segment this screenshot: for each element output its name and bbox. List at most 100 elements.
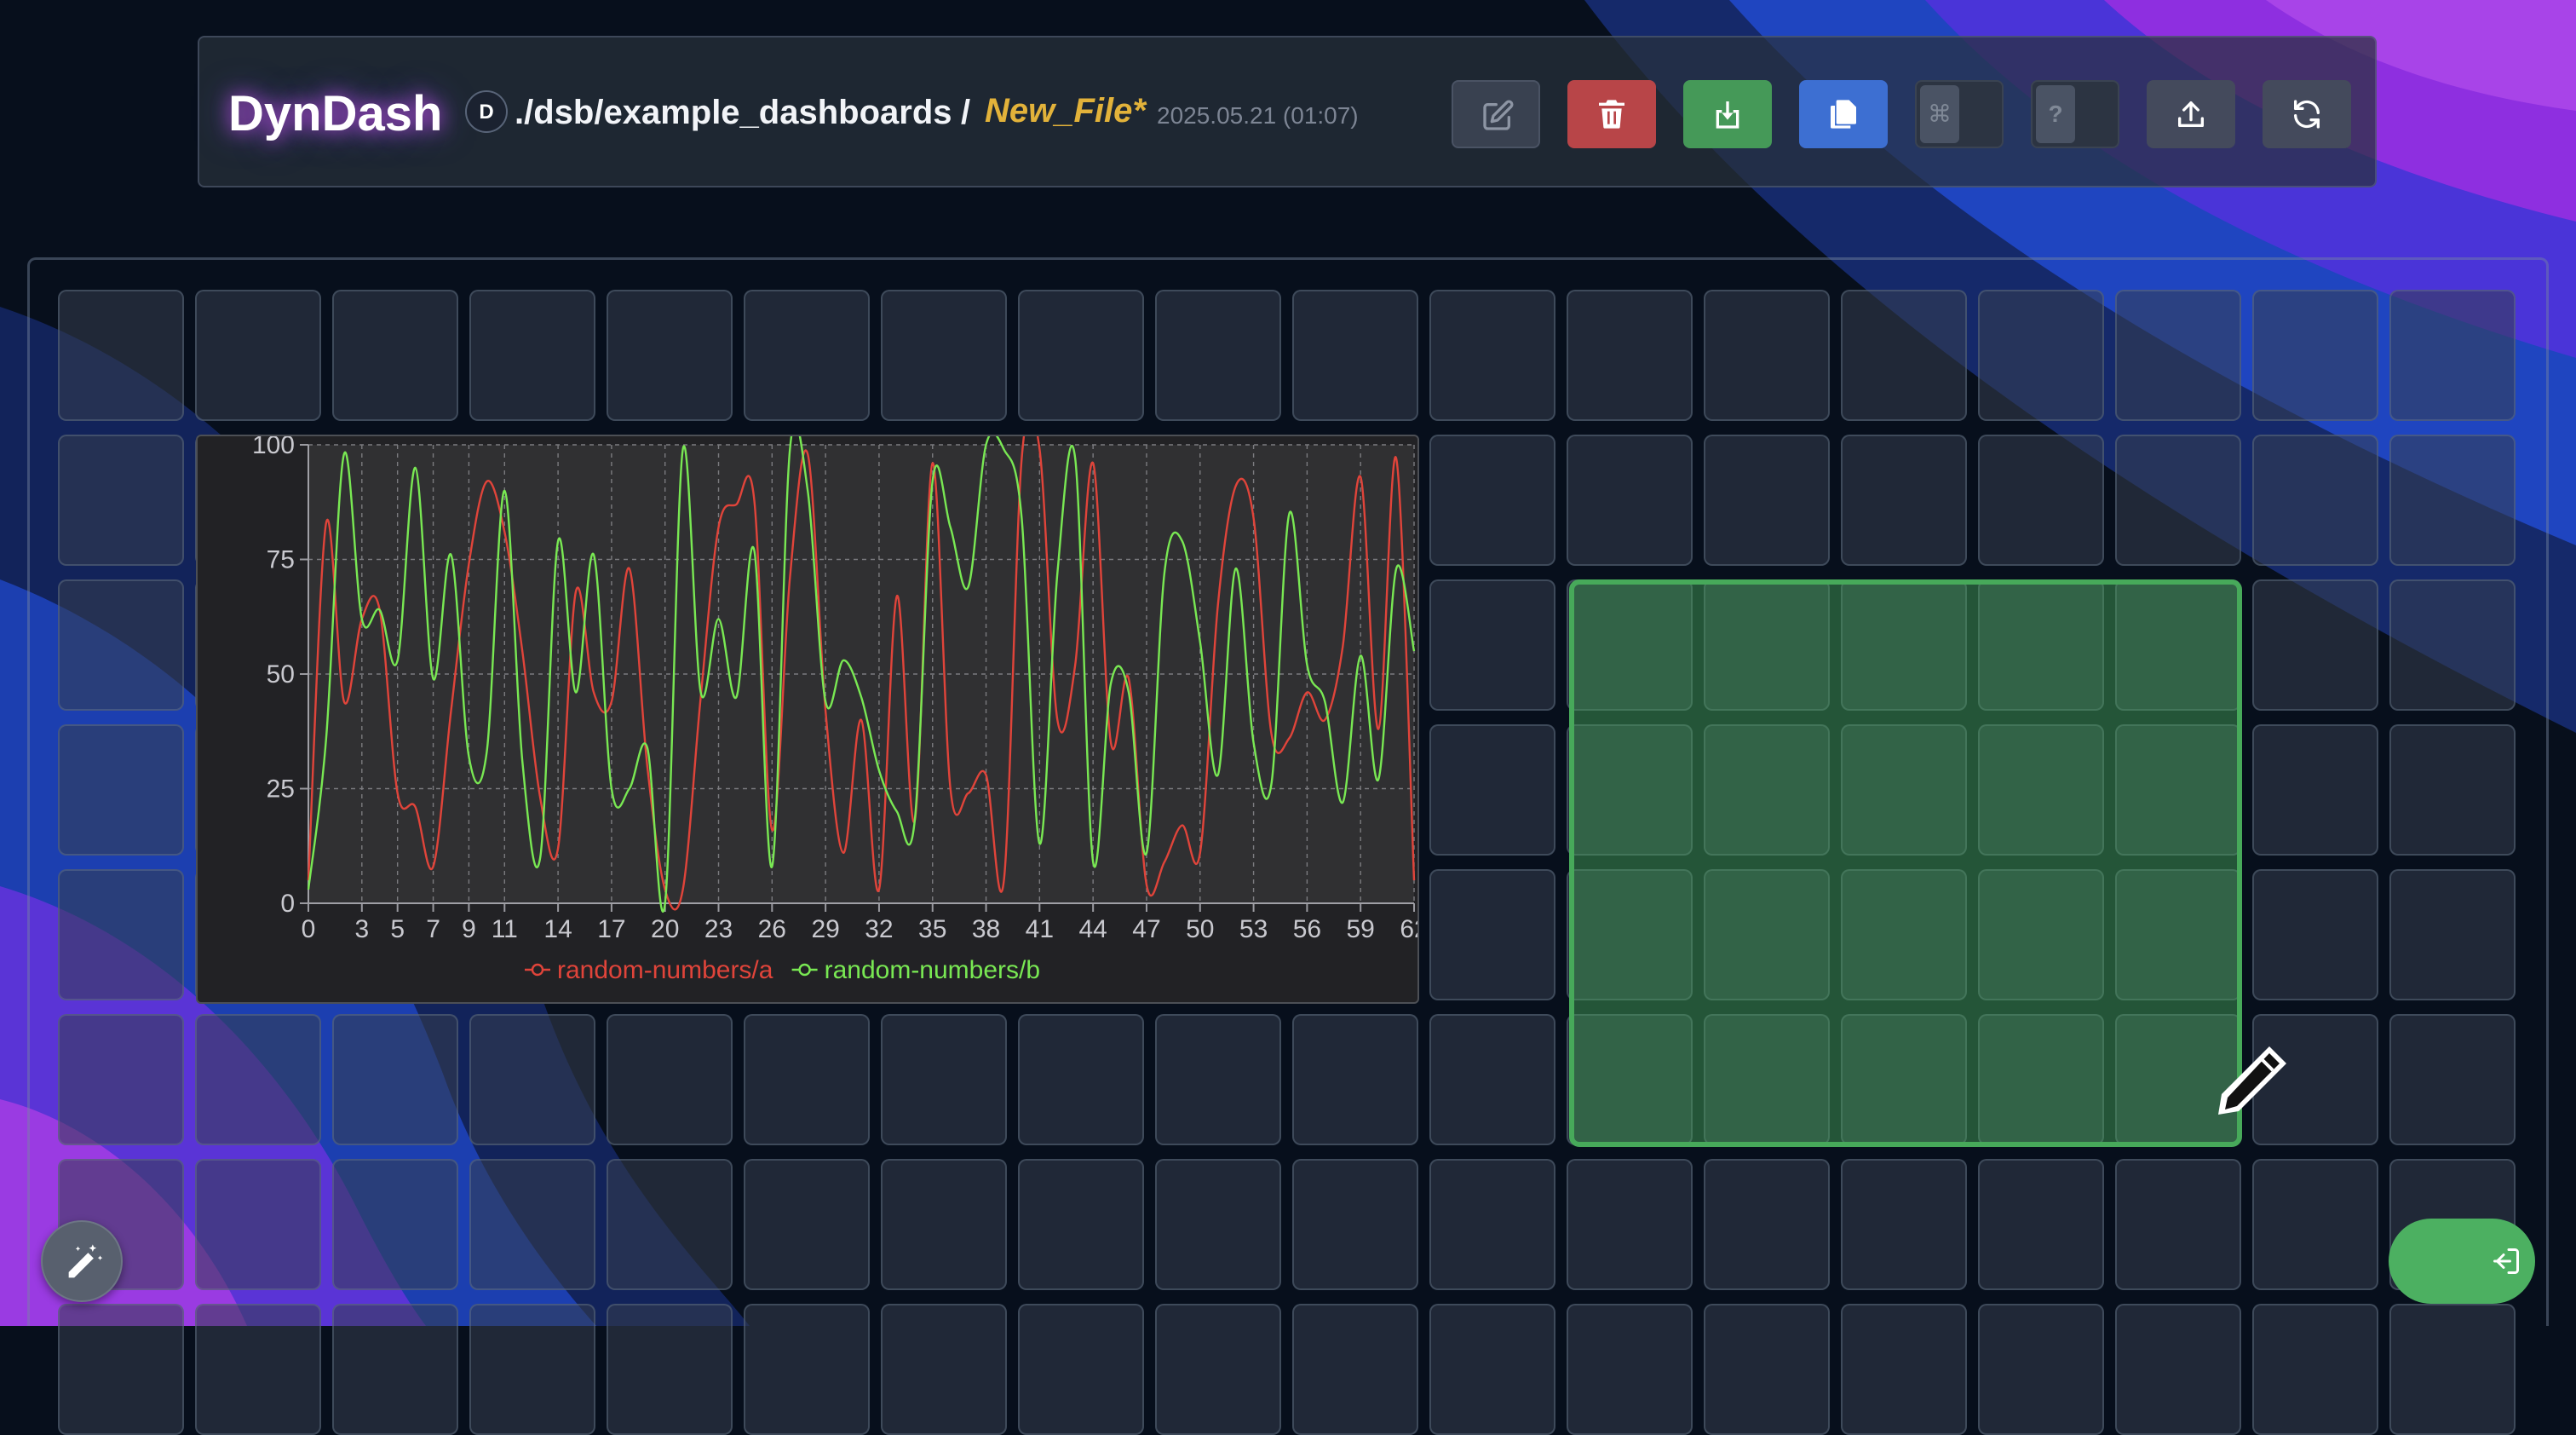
grid-cell[interactable] bbox=[1429, 435, 1555, 566]
grid-cell[interactable] bbox=[1841, 1304, 1967, 1435]
grid-cell[interactable] bbox=[1567, 290, 1693, 421]
grid-cell[interactable] bbox=[2252, 290, 2378, 421]
grid-cell[interactable] bbox=[1018, 1159, 1144, 1290]
grid-cell[interactable] bbox=[58, 1304, 184, 1435]
edit-button[interactable] bbox=[1452, 80, 1540, 148]
grid-cell[interactable] bbox=[1292, 1014, 1418, 1145]
grid-cell[interactable] bbox=[1429, 579, 1555, 711]
grid-cell[interactable] bbox=[2115, 435, 2241, 566]
grid-cell[interactable] bbox=[332, 1304, 458, 1435]
grid-cell[interactable] bbox=[744, 1304, 870, 1435]
grid-cell[interactable] bbox=[2115, 1304, 2241, 1435]
grid-cell[interactable] bbox=[1704, 1304, 1830, 1435]
grid-cell[interactable] bbox=[881, 1159, 1007, 1290]
grid-cell[interactable] bbox=[1704, 435, 1830, 566]
grid-cell[interactable] bbox=[2252, 869, 2378, 1000]
grid-cell[interactable] bbox=[469, 1014, 595, 1145]
grid-cell[interactable] bbox=[469, 1304, 595, 1435]
grid-cell[interactable] bbox=[1567, 1304, 1693, 1435]
grid-cell[interactable] bbox=[1567, 1159, 1693, 1290]
grid-cell[interactable] bbox=[1841, 1159, 1967, 1290]
grid-cell[interactable] bbox=[2252, 1159, 2378, 1290]
grid-cell[interactable] bbox=[2389, 1014, 2516, 1145]
grid-cell[interactable] bbox=[332, 290, 458, 421]
grid-cell[interactable] bbox=[1292, 1304, 1418, 1435]
grid-cell[interactable] bbox=[1292, 1159, 1418, 1290]
grid-cell[interactable] bbox=[332, 1159, 458, 1290]
grid-cell[interactable] bbox=[58, 1014, 184, 1145]
grid-cell[interactable] bbox=[1704, 1159, 1830, 1290]
grid-cell[interactable] bbox=[1429, 290, 1555, 421]
grid-cell[interactable] bbox=[607, 290, 733, 421]
grid-cell[interactable] bbox=[195, 1014, 321, 1145]
grid-cell[interactable] bbox=[1155, 1304, 1281, 1435]
upload-button[interactable] bbox=[2147, 80, 2235, 148]
grid-cell[interactable] bbox=[2389, 869, 2516, 1000]
dashboard-path[interactable]: ./dsb/example_dashboards bbox=[515, 94, 952, 132]
file-name[interactable]: New_File* bbox=[985, 92, 1146, 130]
grid-cell[interactable] bbox=[469, 1159, 595, 1290]
grid-cell[interactable] bbox=[1978, 290, 2104, 421]
grid-cell[interactable] bbox=[2115, 290, 2241, 421]
grid-cell[interactable] bbox=[1567, 435, 1693, 566]
grid-cell[interactable] bbox=[2389, 724, 2516, 856]
grid-cell[interactable] bbox=[1018, 1304, 1144, 1435]
grid-cell[interactable] bbox=[744, 1159, 870, 1290]
grid-cell[interactable] bbox=[2252, 435, 2378, 566]
dashboard-badge[interactable]: D bbox=[465, 90, 508, 133]
tools-button[interactable] bbox=[2389, 1219, 2535, 1304]
grid-cell[interactable] bbox=[881, 1014, 1007, 1145]
grid-cell[interactable] bbox=[1155, 290, 1281, 421]
line-chart-widget[interactable]: 0 3 5 7 9 11 14 17 20 23 26 29 32 35 38 41 44 47 50 53 56 59 6… bbox=[196, 409, 1429, 1004]
grid-cell[interactable] bbox=[1429, 724, 1555, 856]
grid-cell[interactable] bbox=[195, 290, 321, 421]
copy-button[interactable] bbox=[1799, 80, 1888, 148]
grid-cell[interactable] bbox=[1841, 435, 1967, 566]
grid-cell[interactable] bbox=[58, 869, 184, 1000]
grid-cell[interactable] bbox=[58, 290, 184, 421]
grid-cell[interactable] bbox=[1841, 290, 1967, 421]
grid-cell[interactable] bbox=[1018, 290, 1144, 421]
widget-placement-selection[interactable] bbox=[1569, 579, 2242, 1147]
grid-cell[interactable] bbox=[58, 724, 184, 856]
refresh-button[interactable] bbox=[2263, 80, 2351, 148]
shortcut-toggle[interactable]: ⌘ bbox=[1915, 80, 2004, 148]
grid-cell[interactable] bbox=[744, 1014, 870, 1145]
grid-cell[interactable] bbox=[881, 290, 1007, 421]
grid-cell[interactable] bbox=[1429, 1014, 1555, 1145]
grid-cell[interactable] bbox=[2252, 579, 2378, 711]
delete-button[interactable] bbox=[1567, 80, 1656, 148]
grid-cell[interactable] bbox=[2252, 724, 2378, 856]
grid-cell[interactable] bbox=[1429, 869, 1555, 1000]
grid-cell[interactable] bbox=[2389, 435, 2516, 566]
grid-cell[interactable] bbox=[881, 1304, 1007, 1435]
grid-cell[interactable] bbox=[1704, 290, 1830, 421]
edit-mode-button[interactable] bbox=[41, 1220, 123, 1302]
grid-cell[interactable] bbox=[332, 1014, 458, 1145]
grid-cell[interactable] bbox=[2389, 579, 2516, 711]
grid-cell[interactable] bbox=[1978, 1159, 2104, 1290]
grid-cell[interactable] bbox=[1155, 1014, 1281, 1145]
grid-cell[interactable] bbox=[607, 1304, 733, 1435]
grid-cell[interactable] bbox=[469, 290, 595, 421]
grid-cell[interactable] bbox=[744, 290, 870, 421]
grid-cell[interactable] bbox=[2115, 1159, 2241, 1290]
help-toggle[interactable]: ? bbox=[2031, 80, 2119, 148]
grid-cell[interactable] bbox=[607, 1014, 733, 1145]
grid-cell[interactable] bbox=[58, 579, 184, 711]
grid-cell[interactable] bbox=[607, 1159, 733, 1290]
grid-cell[interactable] bbox=[195, 1159, 321, 1290]
grid-cell[interactable] bbox=[2389, 1304, 2516, 1435]
grid-cell[interactable] bbox=[2252, 1304, 2378, 1435]
grid-cell[interactable] bbox=[1978, 1304, 2104, 1435]
save-button[interactable] bbox=[1683, 80, 1772, 148]
grid-cell[interactable] bbox=[1429, 1159, 1555, 1290]
grid-cell[interactable] bbox=[58, 435, 184, 566]
grid-cell[interactable] bbox=[1429, 1304, 1555, 1435]
grid-cell[interactable] bbox=[1978, 435, 2104, 566]
grid-cell[interactable] bbox=[1292, 290, 1418, 421]
grid-cell[interactable] bbox=[2389, 290, 2516, 421]
grid-cell[interactable] bbox=[195, 1304, 321, 1435]
grid-cell[interactable] bbox=[1155, 1159, 1281, 1290]
grid-cell[interactable] bbox=[1018, 1014, 1144, 1145]
